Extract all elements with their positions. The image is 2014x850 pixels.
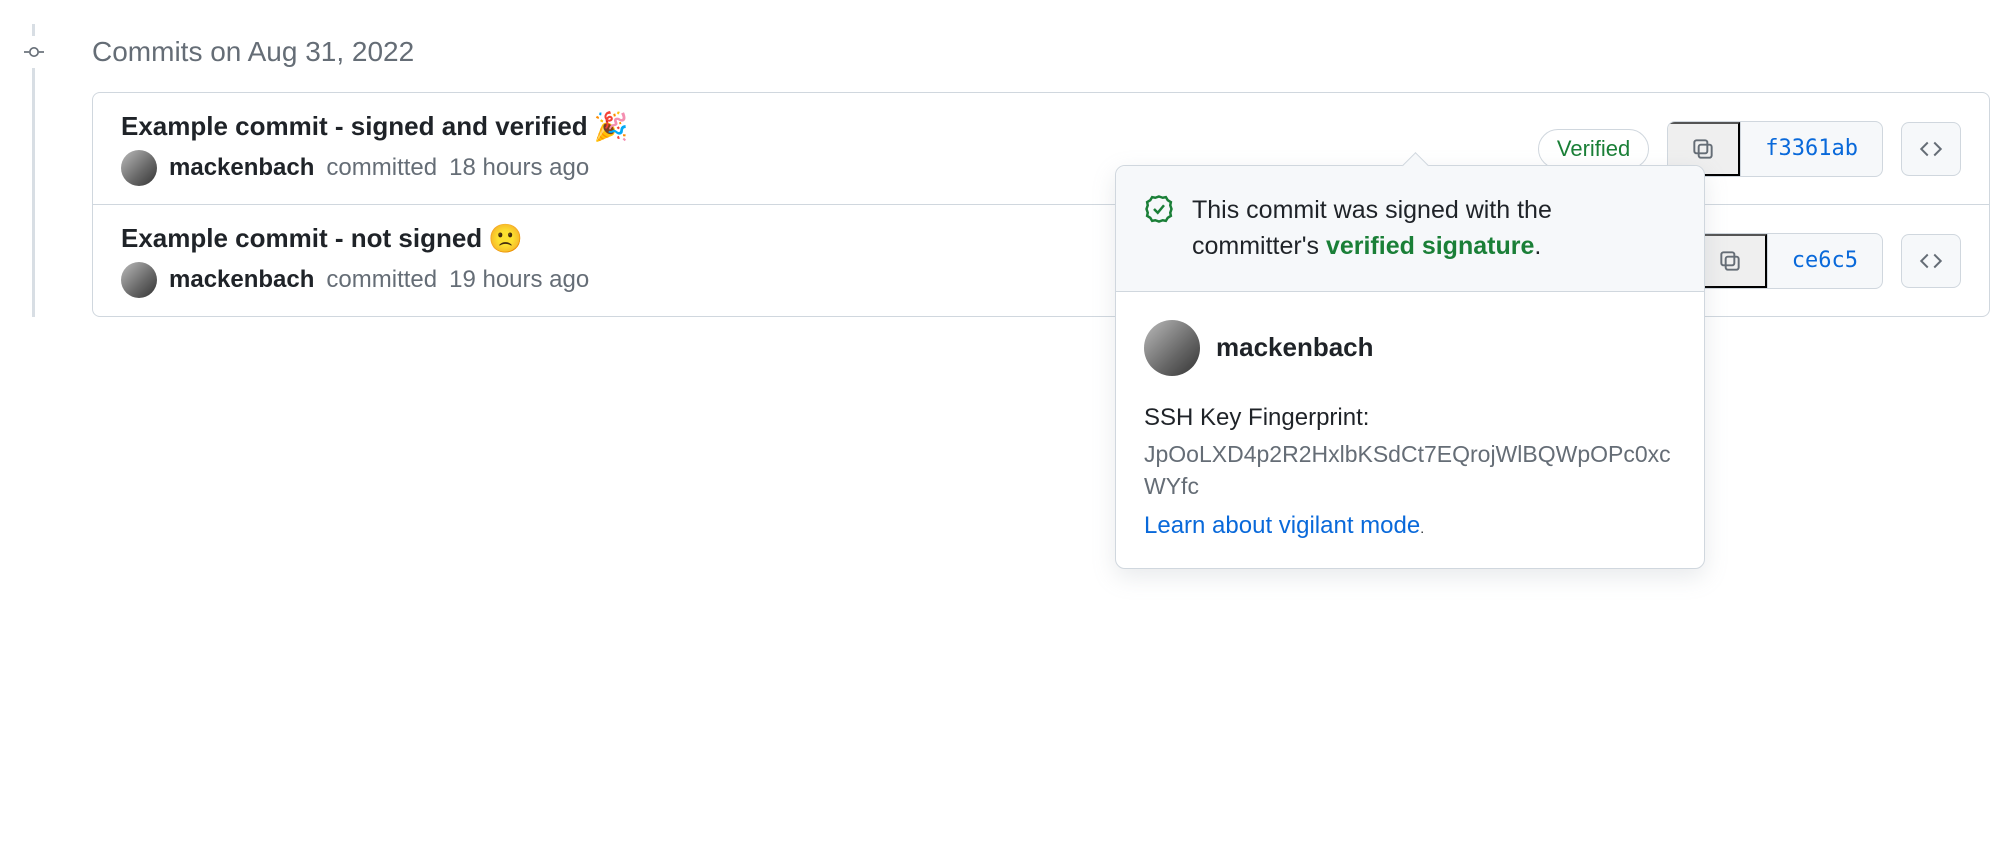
code-icon	[1918, 248, 1944, 274]
timeline-marker	[18, 36, 50, 68]
verified-popover: This commit was signed with the committe…	[1115, 165, 1705, 569]
verified-badge[interactable]: Verified	[1538, 129, 1649, 169]
commit-row: Example commit - signed and verified 🎉 m…	[93, 93, 1989, 204]
commit-meta-time: 18 hours ago	[449, 154, 589, 182]
avatar[interactable]	[1144, 320, 1200, 376]
commit-meta-time: 19 hours ago	[449, 266, 589, 294]
avatar[interactable]	[121, 262, 157, 298]
commit-sha-link[interactable]: ce6c5	[1767, 234, 1882, 288]
vigilant-mode-link[interactable]: Learn about vigilant mode	[1144, 512, 1420, 539]
code-icon	[1918, 136, 1944, 162]
commit-meta-action: committed	[326, 154, 437, 182]
commit-title-link[interactable]: Example commit - signed and verified	[121, 111, 588, 142]
copy-icon	[1717, 248, 1743, 274]
verified-check-icon	[1144, 194, 1174, 224]
commit-title-link[interactable]: Example commit - not signed	[121, 223, 482, 254]
popover-header-text: This commit was signed with the committe…	[1192, 192, 1676, 265]
frowning-face-emoji: 🙁	[488, 225, 523, 253]
commit-sha-link[interactable]: f3361ab	[1740, 122, 1882, 176]
commit-author-link[interactable]: mackenbach	[169, 154, 314, 182]
avatar[interactable]	[121, 150, 157, 186]
browse-code-button[interactable]	[1901, 122, 1961, 176]
copy-icon	[1690, 136, 1716, 162]
commit-list: Example commit - signed and verified 🎉 m…	[92, 92, 1990, 317]
copy-sha-button[interactable]	[1695, 234, 1767, 288]
fingerprint-label: SSH Key Fingerprint:	[1144, 404, 1676, 432]
party-popper-emoji: 🎉	[594, 113, 629, 141]
commit-author-link[interactable]: mackenbach	[169, 266, 314, 294]
fingerprint-value: JpOoLXD4p2R2HxlbKSdCt7EQrojWlBQWpOPc0xcW…	[1144, 438, 1676, 502]
commit-group-title: Commits on Aug 31, 2022	[64, 24, 2014, 92]
commit-meta-action: committed	[326, 266, 437, 294]
browse-code-button[interactable]	[1901, 234, 1961, 288]
commit-node-icon	[24, 42, 44, 62]
popover-username-link[interactable]: mackenbach	[1216, 332, 1374, 363]
